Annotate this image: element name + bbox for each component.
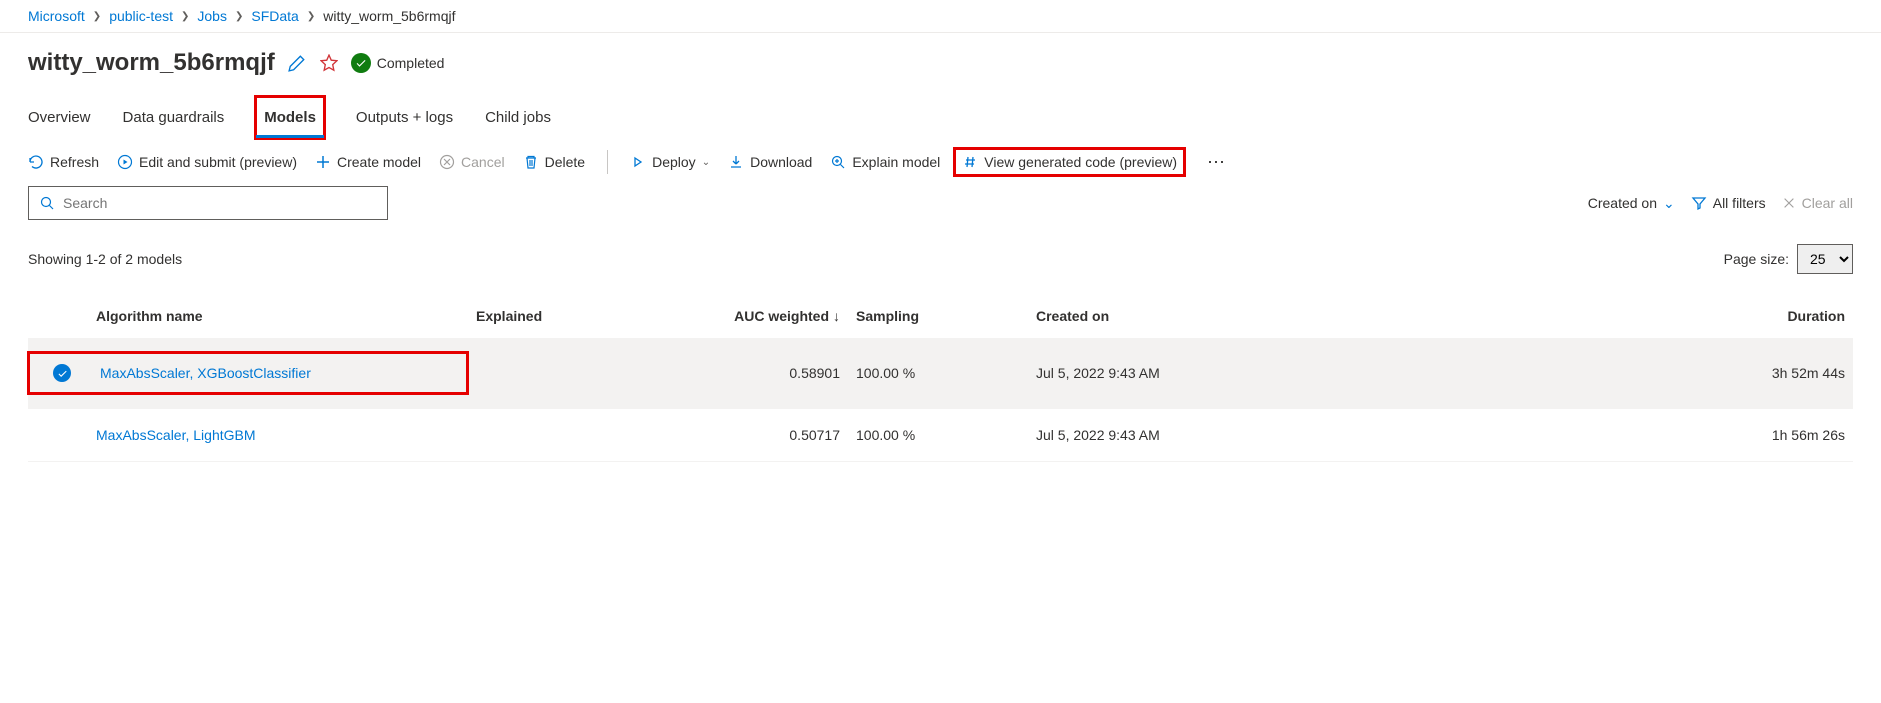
col-auc[interactable]: AUC weighted↓ xyxy=(688,304,848,328)
tab-overview[interactable]: Overview xyxy=(28,97,91,138)
filter-icon xyxy=(1691,195,1707,211)
cell-sampling: 100.00 % xyxy=(848,423,1028,447)
chevron-right-icon: ❯ xyxy=(235,11,243,22)
close-icon xyxy=(1782,196,1796,210)
tab-child-jobs[interactable]: Child jobs xyxy=(485,97,551,138)
sort-desc-icon: ↓ xyxy=(833,308,840,324)
hash-icon xyxy=(962,154,978,170)
page-title: witty_worm_5b6rmqjf xyxy=(28,49,275,77)
refresh-button[interactable]: Refresh xyxy=(28,154,99,170)
chevron-right-icon: ❯ xyxy=(307,11,315,22)
cell-created: Jul 5, 2022 9:43 AM xyxy=(1028,361,1328,385)
algorithm-link[interactable]: MaxAbsScaler, LightGBM xyxy=(96,427,256,443)
cancel-icon xyxy=(439,154,455,170)
results-count: Showing 1-2 of 2 models xyxy=(28,251,182,267)
tabs: Overview Data guardrails Models Outputs … xyxy=(0,97,1881,138)
create-model-button[interactable]: Create model xyxy=(315,154,421,170)
chevron-right-icon: ❯ xyxy=(181,11,189,22)
col-algorithm[interactable]: Algorithm name xyxy=(88,304,468,328)
breadcrumb-current: witty_worm_5b6rmqjf xyxy=(323,8,455,24)
breadcrumb-link[interactable]: SFData xyxy=(251,8,298,24)
cell-explained xyxy=(468,369,688,377)
magnify-icon xyxy=(830,154,846,170)
cell-explained xyxy=(468,431,688,439)
download-icon xyxy=(728,154,744,170)
breadcrumb: Microsoft ❯ public-test ❯ Jobs ❯ SFData … xyxy=(0,0,1881,33)
search-icon xyxy=(39,195,55,211)
table-row[interactable]: MaxAbsScaler, LightGBM 0.50717 100.00 % … xyxy=(28,409,1853,462)
play-circle-icon xyxy=(117,154,133,170)
explain-model-button[interactable]: Explain model xyxy=(830,154,940,170)
tab-outputs-logs[interactable]: Outputs + logs xyxy=(356,97,453,138)
breadcrumb-link[interactable]: Microsoft xyxy=(28,8,85,24)
deploy-button[interactable]: Deploy ⌄ xyxy=(630,154,710,170)
page-header: witty_worm_5b6rmqjf Completed xyxy=(0,33,1881,85)
col-explained[interactable]: Explained xyxy=(468,304,688,328)
chevron-down-icon: ⌄ xyxy=(1663,195,1675,212)
search-input[interactable] xyxy=(63,195,377,211)
edit-icon[interactable] xyxy=(287,53,307,73)
col-duration[interactable]: Duration xyxy=(1328,304,1853,328)
breadcrumb-link[interactable]: public-test xyxy=(109,8,173,24)
more-actions-button[interactable]: ⋯ xyxy=(1207,152,1227,173)
selected-check-icon[interactable] xyxy=(53,364,71,382)
edit-submit-button[interactable]: Edit and submit (preview) xyxy=(117,154,297,170)
cell-duration: 1h 56m 26s xyxy=(1328,423,1853,447)
refresh-icon xyxy=(28,154,44,170)
deploy-icon xyxy=(630,154,646,170)
clear-all-button[interactable]: Clear all xyxy=(1782,195,1853,211)
status-text: Completed xyxy=(377,55,445,71)
sort-dropdown[interactable]: Created on ⌄ xyxy=(1588,195,1675,212)
download-button[interactable]: Download xyxy=(728,154,812,170)
filters-row: Created on ⌄ All filters Clear all xyxy=(0,186,1881,232)
star-icon[interactable] xyxy=(319,53,339,73)
chevron-down-icon: ⌄ xyxy=(702,157,710,168)
plus-icon xyxy=(315,154,331,170)
page-size-control: Page size: 25 xyxy=(1724,244,1853,274)
search-box[interactable] xyxy=(28,186,388,220)
cell-auc: 0.58901 xyxy=(688,361,848,385)
table-header: Algorithm name Explained AUC weighted↓ S… xyxy=(28,294,1853,338)
tab-models[interactable]: Models xyxy=(256,97,324,138)
cancel-button: Cancel xyxy=(439,154,505,170)
trash-icon xyxy=(523,154,539,170)
algorithm-link[interactable]: MaxAbsScaler, XGBoostClassifier xyxy=(100,365,311,381)
page-size-select[interactable]: 25 xyxy=(1797,244,1853,274)
toolbar: Refresh Edit and submit (preview) Create… xyxy=(0,138,1881,186)
col-sampling[interactable]: Sampling xyxy=(848,304,1028,328)
status-badge: Completed xyxy=(351,53,445,73)
delete-button[interactable]: Delete xyxy=(523,154,585,170)
col-created[interactable]: Created on xyxy=(1028,304,1328,328)
view-generated-code-button[interactable]: View generated code (preview) xyxy=(958,152,1181,172)
meta-row: Showing 1-2 of 2 models Page size: 25 xyxy=(0,232,1881,282)
toolbar-separator xyxy=(607,150,608,174)
checkmark-circle-icon xyxy=(351,53,371,73)
table-row[interactable]: MaxAbsScaler, XGBoostClassifier 0.58901 … xyxy=(28,338,1853,409)
all-filters-button[interactable]: All filters xyxy=(1691,195,1766,211)
page-size-label: Page size: xyxy=(1724,251,1789,267)
chevron-right-icon: ❯ xyxy=(93,11,101,22)
tab-data-guardrails[interactable]: Data guardrails xyxy=(123,97,225,138)
cell-sampling: 100.00 % xyxy=(848,361,1028,385)
cell-auc: 0.50717 xyxy=(688,423,848,447)
cell-duration: 3h 52m 44s xyxy=(1328,361,1853,385)
breadcrumb-link[interactable]: Jobs xyxy=(197,8,227,24)
cell-created: Jul 5, 2022 9:43 AM xyxy=(1028,423,1328,447)
models-table: Algorithm name Explained AUC weighted↓ S… xyxy=(28,294,1853,462)
